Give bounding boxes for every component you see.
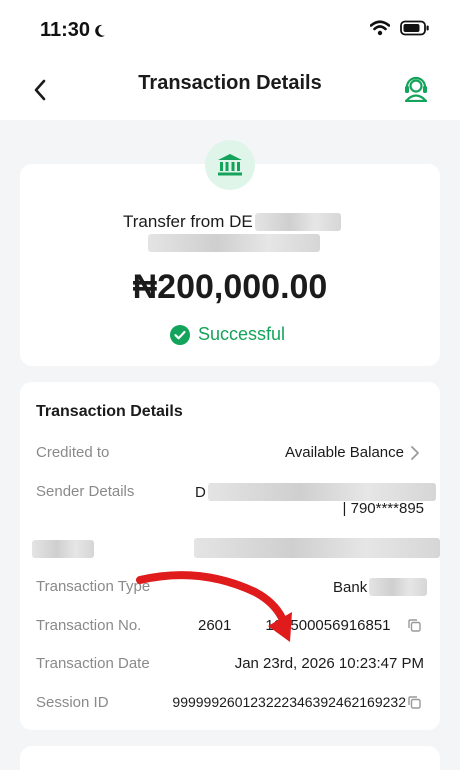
status-bar: 11:30	[0, 0, 460, 60]
battery-icon	[400, 20, 429, 36]
copy-icon[interactable]	[408, 619, 421, 632]
redacted-row-value	[194, 538, 440, 558]
bank-icon	[218, 154, 242, 176]
transaction-type-label: Transaction Type	[36, 578, 151, 595]
session-id-label: Session ID	[36, 694, 109, 711]
status-badge: Successful	[170, 324, 285, 345]
transaction-no-end: 100500056916851	[265, 617, 391, 634]
status-time: 11:30	[40, 19, 110, 42]
redacted-sender-name-line2	[148, 234, 320, 252]
sender-details-prefix: D	[195, 483, 206, 501]
status-icons	[370, 20, 430, 36]
sender-details-label: Sender Details	[36, 483, 135, 500]
transaction-date-label: Transaction Date	[36, 655, 150, 672]
next-card	[20, 746, 440, 770]
copy-icon[interactable]	[408, 696, 421, 709]
sender-details-name: D	[195, 483, 436, 501]
redacted-transaction-type	[369, 578, 428, 596]
transaction-type-prefix: Bank	[333, 578, 368, 596]
check-circle-icon	[170, 324, 190, 345]
chevron-right-icon[interactable]	[410, 446, 420, 460]
transaction-date-value: Jan 23rd, 2026 10:23:47 PM	[234, 655, 424, 672]
transaction-no-value: 2601 100500056916851	[198, 617, 391, 634]
session-id-value: 999999260123222346392462169232	[172, 694, 406, 710]
nav-bar: Transaction Details	[0, 60, 460, 120]
redacted-row-label	[32, 540, 94, 558]
bank-badge	[205, 140, 255, 190]
status-text: Successful	[198, 324, 286, 344]
credited-to-value[interactable]: Available Balance	[285, 444, 404, 461]
credited-to-label: Credited to	[36, 444, 110, 461]
moon-icon	[95, 24, 106, 37]
headset-support-icon	[404, 76, 428, 102]
sender-name: Transfer from DE	[123, 212, 341, 232]
sender-account-number: | 790****895	[342, 500, 424, 517]
clock-time: 11:30	[40, 19, 91, 41]
wifi-icon	[370, 20, 390, 36]
redacted-sender-details	[207, 483, 436, 501]
sender-name-prefix: Transfer from DE	[123, 212, 253, 231]
transaction-no-label: Transaction No.	[36, 617, 142, 634]
transaction-amount: ₦200,000.00	[132, 268, 328, 306]
page-title: Transaction Details	[138, 72, 322, 94]
transaction-no-start: 2601	[198, 617, 232, 634]
redacted-sender-name	[254, 213, 341, 231]
section-title: Transaction Details	[36, 403, 183, 420]
transaction-type-value: Bank	[333, 578, 428, 596]
support-button[interactable]	[396, 68, 436, 108]
